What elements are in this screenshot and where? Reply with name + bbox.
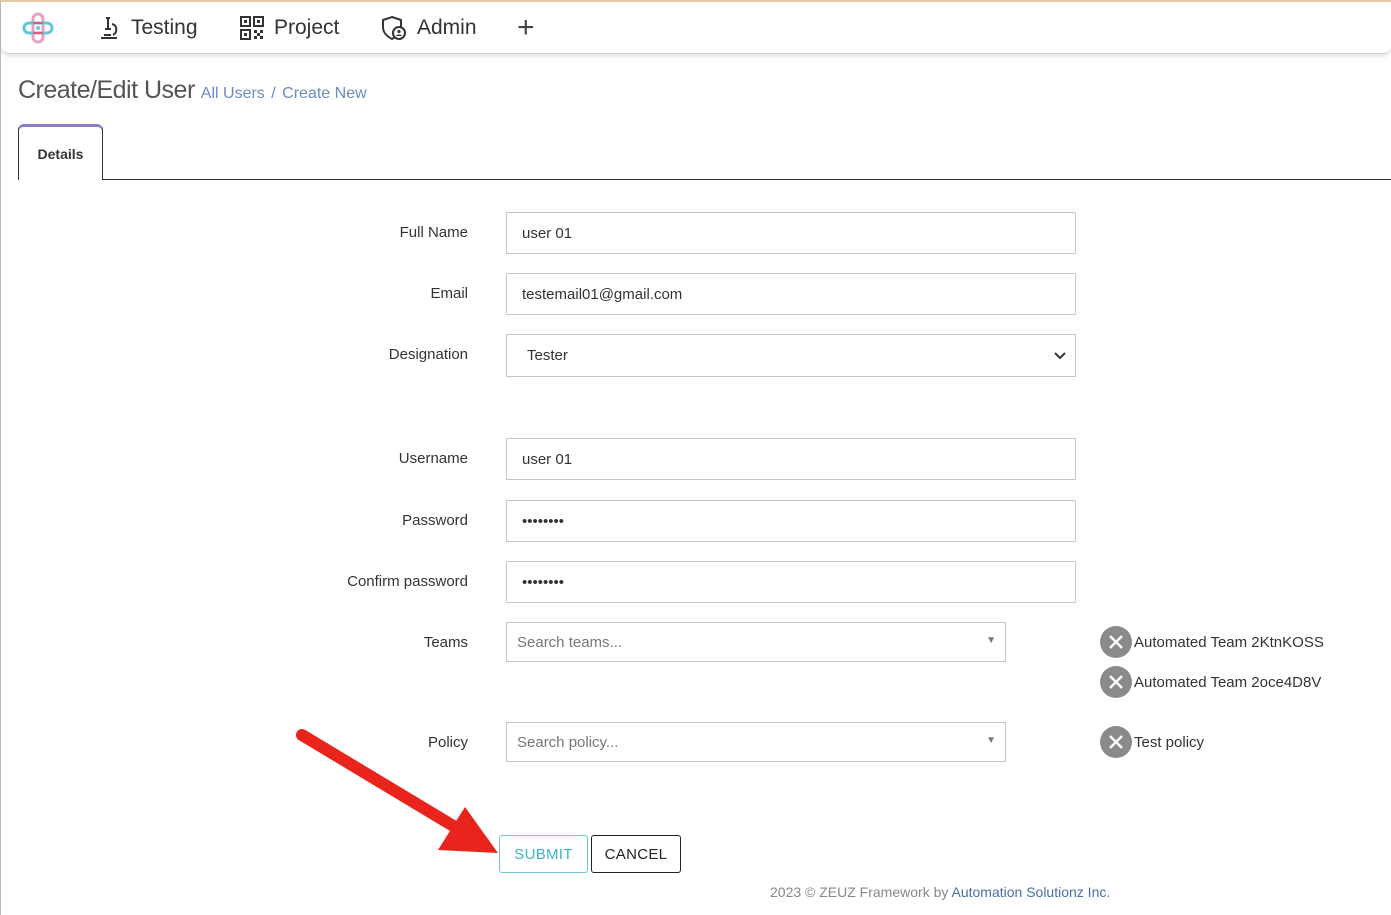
footer: 2023 © ZEUZ Framework by Automation Solu…: [770, 884, 1110, 900]
tab-details[interactable]: Details: [18, 124, 103, 180]
nav-project-label: Project: [274, 16, 340, 39]
chevron-down-icon: [1054, 352, 1066, 360]
team-chip: Automated Team 2oce4D8V: [1100, 666, 1321, 698]
shield-user-icon: [382, 15, 406, 41]
submit-button[interactable]: SUBMIT: [499, 835, 588, 873]
policy-chip-label: Test policy: [1134, 733, 1205, 751]
top-navbar: Testing Project Admin +: [1, 2, 1391, 54]
page-title: Create/Edit User: [18, 76, 195, 104]
nav-admin[interactable]: Admin: [381, 2, 477, 54]
email-input[interactable]: [506, 273, 1076, 315]
designation-value: Tester: [527, 347, 568, 364]
confirm-password-label: Confirm password: [347, 573, 468, 590]
qr-grid-icon: [240, 16, 264, 40]
username-label: Username: [398, 450, 468, 467]
remove-team-icon[interactable]: [1100, 626, 1132, 658]
nav-admin-label: Admin: [417, 16, 477, 39]
email-label: Email: [430, 285, 468, 302]
page-header: Create/Edit User All Users / Create New: [18, 76, 367, 105]
password-label: Password: [402, 512, 468, 529]
microscope-icon: [101, 17, 118, 39]
nav-project[interactable]: Project: [240, 2, 339, 54]
breadcrumb: All Users / Create New: [201, 85, 367, 103]
tabs-underline: [18, 179, 1391, 180]
designation-select[interactable]: Tester: [506, 334, 1076, 377]
policy-chip: Test policy: [1100, 726, 1204, 758]
full-name-label: Full Name: [399, 224, 468, 241]
add-label: +: [517, 11, 535, 44]
cancel-button[interactable]: CANCEL: [591, 835, 681, 873]
remove-team-icon[interactable]: [1100, 666, 1132, 698]
policy-search-select[interactable]: ▼: [506, 722, 1006, 762]
full-name-input[interactable]: [506, 212, 1076, 254]
footer-text: 2023 © ZEUZ Framework by: [770, 884, 952, 900]
team-chip-label: Automated Team 2oce4D8V: [1134, 673, 1322, 691]
password-input[interactable]: [506, 500, 1076, 542]
username-input[interactable]: [506, 438, 1076, 480]
teams-search-input[interactable]: [507, 623, 967, 661]
breadcrumb-all-users[interactable]: All Users: [201, 85, 265, 102]
breadcrumb-separator: /: [271, 85, 276, 102]
nav-testing-label: Testing: [131, 16, 198, 39]
policy-search-input[interactable]: [507, 723, 967, 761]
caret-down-icon: ▼: [986, 735, 996, 746]
breadcrumb-create-new[interactable]: Create New: [282, 85, 366, 102]
footer-link[interactable]: Automation Solutionz Inc.: [951, 884, 1110, 900]
team-chip-label: Automated Team 2KtnKOSS: [1134, 633, 1324, 651]
caret-down-icon: ▼: [986, 635, 996, 646]
confirm-password-input[interactable]: [506, 561, 1076, 603]
annotation-arrow-icon: [296, 729, 498, 853]
add-icon[interactable]: +: [517, 2, 535, 54]
teams-label: Teams: [423, 634, 468, 651]
team-chip: Automated Team 2KtnKOSS: [1100, 626, 1324, 658]
remove-policy-icon[interactable]: [1100, 726, 1132, 758]
nav-testing[interactable]: Testing: [97, 2, 198, 54]
designation-label: Designation: [388, 346, 468, 363]
teams-search-select[interactable]: ▼: [506, 622, 1006, 662]
app-logo-icon[interactable]: [21, 11, 55, 45]
